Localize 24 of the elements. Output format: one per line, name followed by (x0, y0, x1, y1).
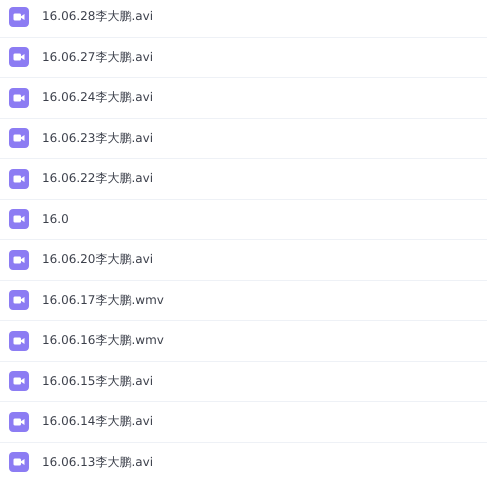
video-file-icon (9, 250, 29, 270)
file-name[interactable]: 16.06.17李大鹏.wmv (42, 292, 164, 309)
video-file-icon (9, 452, 29, 472)
file-name[interactable]: 16.06.23李大鹏.avi (42, 130, 154, 147)
file-name[interactable]: 16.06.24李大鹏.avi (42, 89, 154, 106)
video-file-icon (9, 128, 29, 148)
video-file-icon (9, 330, 29, 351)
video-file-icon (9, 412, 29, 432)
file-name[interactable]: 16.06.16李大鹏.wmv (42, 332, 164, 350)
file-name[interactable]: 16.06.22李大鹏.avi (42, 170, 154, 188)
file-name[interactable]: 16.06.15李大鹏.avi (42, 372, 154, 390)
video-file-icon (9, 371, 29, 392)
video-file-icon (9, 290, 29, 310)
video-file-icon (9, 6, 29, 27)
file-name[interactable]: 16.06.13李大鹏.avi (42, 454, 154, 471)
video-file-icon (9, 47, 29, 68)
file-name[interactable]: 16.06.14李大鹏.avi (42, 413, 154, 430)
video-file-icon (9, 168, 29, 189)
file-name[interactable]: 16.06.28李大鹏.avi (42, 8, 154, 26)
video-file-icon (9, 88, 29, 108)
file-name[interactable]: 16.06.27李大鹏.avi (42, 48, 154, 66)
file-name[interactable]: 16.06.20李大鹏.avi (42, 251, 154, 268)
file-name[interactable]: 16.0 (42, 212, 69, 226)
video-file-icon (9, 209, 29, 230)
